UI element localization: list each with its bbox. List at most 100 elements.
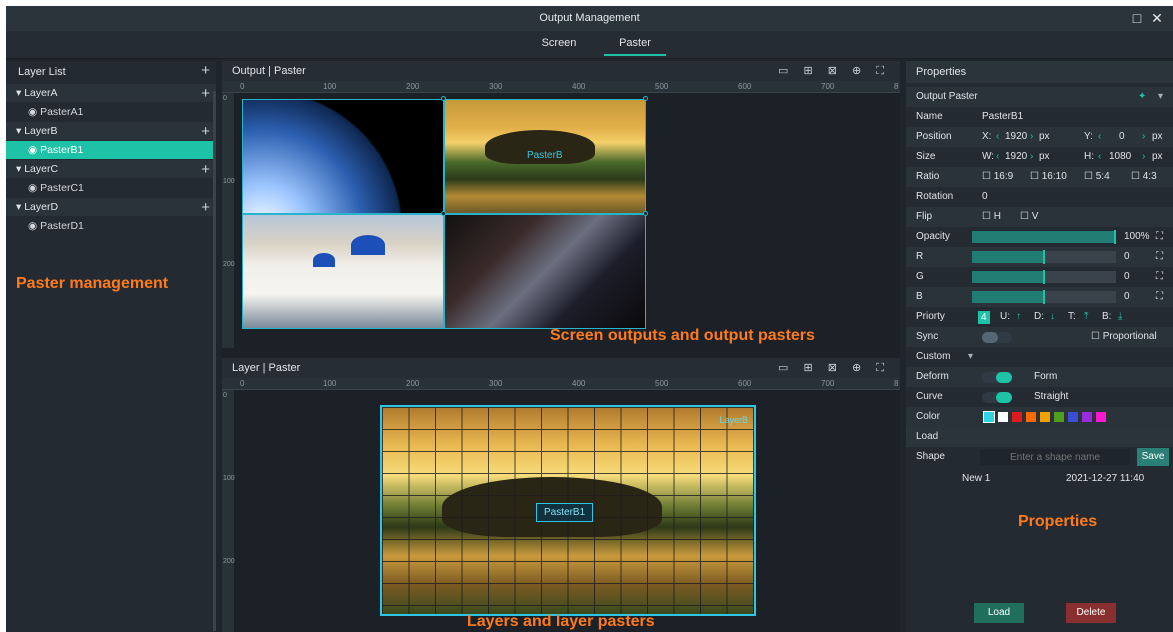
layer-list-scrollbar[interactable] bbox=[213, 91, 216, 631]
flip-v-checkbox[interactable]: ☐ V bbox=[1020, 207, 1038, 227]
pos-y-input[interactable]: 0 bbox=[1119, 127, 1125, 147]
decrement-icon[interactable]: ‹ bbox=[1098, 127, 1101, 147]
proportional-checkbox[interactable]: ☐ Proportional bbox=[1091, 327, 1157, 347]
name-value[interactable]: PasterB1 bbox=[982, 107, 1023, 127]
layer-item-a[interactable]: ▾ LayerA + bbox=[6, 84, 216, 102]
increment-icon[interactable]: › bbox=[1142, 147, 1145, 167]
pos-x-input[interactable]: 1920 bbox=[1005, 127, 1027, 147]
output-canvas[interactable]: PasterB bbox=[242, 96, 648, 329]
curve-toggle[interactable] bbox=[982, 392, 1012, 403]
screen-tile-sunset[interactable]: PasterB bbox=[444, 99, 646, 214]
g-slider[interactable] bbox=[972, 270, 1116, 284]
color-swatch[interactable] bbox=[998, 412, 1008, 422]
reset-icon[interactable]: ⛶ bbox=[1156, 287, 1163, 307]
size-w-input[interactable]: 1920 bbox=[1005, 147, 1027, 167]
arrow-down-icon[interactable]: ↓ bbox=[1050, 307, 1055, 327]
increment-icon[interactable]: › bbox=[1030, 127, 1033, 147]
layer-toolbar-icons[interactable]: ▭ ⊞ ⊠ ⊕ ⛶ bbox=[778, 358, 890, 378]
reset-icon[interactable]: ⛶ bbox=[1156, 267, 1163, 287]
b-slider[interactable] bbox=[972, 290, 1116, 304]
screen-tile-earth[interactable] bbox=[242, 99, 444, 214]
maximize-icon[interactable]: □ bbox=[1127, 6, 1147, 31]
eye-icon[interactable]: ◉ bbox=[28, 220, 37, 232]
layer-item-c[interactable]: ▾ LayerC + bbox=[6, 160, 216, 178]
layer-label: LayerA bbox=[24, 87, 58, 99]
add-paster-icon[interactable]: + bbox=[201, 122, 210, 142]
decrement-icon[interactable]: ‹ bbox=[996, 147, 999, 167]
add-paster-icon[interactable]: + bbox=[201, 84, 210, 104]
color-swatch[interactable] bbox=[1026, 412, 1036, 422]
layer-paster-label[interactable]: PasterB1 bbox=[536, 503, 594, 522]
custom-row[interactable]: Custom ▾ bbox=[906, 347, 1173, 367]
add-layer-icon[interactable]: + bbox=[201, 61, 210, 81]
deform-toggle[interactable] bbox=[982, 372, 1012, 383]
expand-arrow-icon[interactable]: ▾ bbox=[16, 163, 21, 175]
eye-icon[interactable]: ◉ bbox=[28, 106, 37, 118]
expand-arrow-icon[interactable]: ▾ bbox=[16, 87, 21, 99]
tab-screen[interactable]: Screen bbox=[528, 37, 590, 54]
ratio-checkbox-16-10[interactable]: ☐ 16:10 bbox=[1030, 167, 1067, 187]
chevron-down-icon[interactable]: ▾ bbox=[1158, 87, 1163, 107]
layer-item-b[interactable]: ▾ LayerB + bbox=[6, 122, 216, 140]
rotation-input[interactable]: 0 bbox=[982, 187, 988, 207]
unit-label: px bbox=[1152, 151, 1163, 162]
paster-item-a1[interactable]: ◉ PasterA1 bbox=[6, 103, 216, 121]
add-paster-icon[interactable]: + bbox=[201, 160, 210, 180]
reset-icon[interactable]: ⛶ bbox=[1156, 247, 1163, 267]
ruler-tick: 100 bbox=[223, 178, 235, 185]
layer-label: LayerC bbox=[24, 163, 59, 175]
pin-icon[interactable]: ✦ bbox=[1138, 87, 1146, 107]
color-swatch[interactable] bbox=[983, 411, 995, 423]
priority-down-label: D: bbox=[1034, 311, 1044, 322]
expand-arrow-icon[interactable]: ▾ bbox=[16, 125, 21, 137]
increment-icon[interactable]: › bbox=[1030, 147, 1033, 167]
priority-value[interactable]: 4 bbox=[978, 311, 990, 324]
load-button[interactable]: Load bbox=[974, 603, 1024, 623]
shape-list-item[interactable]: New 1 2021-12-27 11:40 bbox=[906, 469, 1173, 489]
r-slider[interactable] bbox=[972, 250, 1116, 264]
tab-paster[interactable]: Paster bbox=[604, 37, 666, 56]
color-swatch[interactable] bbox=[1096, 412, 1106, 422]
layer-item-d[interactable]: ▾ LayerD + bbox=[6, 198, 216, 216]
expand-arrow-icon[interactable]: ▾ bbox=[16, 201, 21, 213]
color-swatch[interactable] bbox=[1082, 412, 1092, 422]
flip-row: Flip ☐ H ☐ V bbox=[906, 207, 1173, 227]
output-toolbar-icons[interactable]: ▭ ⊞ ⊠ ⊕ ⛶ bbox=[778, 61, 890, 81]
flip-h-checkbox[interactable]: ☐ H bbox=[982, 207, 1001, 227]
arrow-top-icon[interactable]: ⤒ bbox=[1084, 307, 1088, 327]
save-button[interactable]: Save bbox=[1137, 448, 1169, 466]
color-swatch[interactable] bbox=[1012, 412, 1022, 422]
name-label: Name bbox=[916, 111, 943, 122]
arrow-bottom-icon[interactable]: ⤓ bbox=[1118, 307, 1122, 327]
paster-item-d1[interactable]: ◉ PasterD1 bbox=[6, 217, 216, 235]
color-swatch[interactable] bbox=[1068, 412, 1078, 422]
paster-item-b1[interactable]: ◉ PasterB1 bbox=[6, 141, 216, 159]
decrement-icon[interactable]: ‹ bbox=[1098, 147, 1101, 167]
reset-icon[interactable]: ⛶ bbox=[1156, 227, 1163, 247]
size-h-input[interactable]: 1080 bbox=[1109, 147, 1131, 167]
paster-item-c1[interactable]: ◉ PasterC1 bbox=[6, 179, 216, 197]
ratio-checkbox-4-3[interactable]: ☐ 4:3 bbox=[1131, 167, 1157, 187]
opacity-value: 100% bbox=[1124, 231, 1150, 242]
screen-tile-santorini[interactable] bbox=[242, 214, 444, 329]
add-paster-icon[interactable]: + bbox=[201, 198, 210, 218]
ratio-checkbox-5-4[interactable]: ☐ 5:4 bbox=[1084, 167, 1110, 187]
chevron-down-icon[interactable]: ▾ bbox=[968, 347, 973, 367]
output-paster-section[interactable]: Output Paster ✦ ▾ bbox=[906, 87, 1173, 107]
eye-icon[interactable]: ◉ bbox=[28, 144, 37, 156]
sync-toggle[interactable] bbox=[982, 332, 1012, 343]
shape-name-input[interactable] bbox=[980, 449, 1130, 465]
opacity-slider[interactable] bbox=[972, 230, 1116, 244]
decrement-icon[interactable]: ‹ bbox=[996, 127, 999, 147]
color-swatch[interactable] bbox=[1040, 412, 1050, 422]
color-swatch[interactable] bbox=[1054, 412, 1064, 422]
arrow-up-icon[interactable]: ↑ bbox=[1016, 307, 1021, 327]
ruler-tick: 8 bbox=[894, 82, 899, 91]
close-icon[interactable]: ✕ bbox=[1147, 6, 1167, 31]
layer-canvas-image[interactable]: LayerB PasterB1 bbox=[380, 405, 756, 616]
screen-tile-city[interactable] bbox=[444, 214, 646, 329]
ratio-checkbox-16-9[interactable]: ☐ 16:9 bbox=[982, 167, 1013, 187]
increment-icon[interactable]: › bbox=[1142, 127, 1145, 147]
eye-icon[interactable]: ◉ bbox=[28, 182, 37, 194]
delete-button[interactable]: Delete bbox=[1066, 603, 1116, 623]
